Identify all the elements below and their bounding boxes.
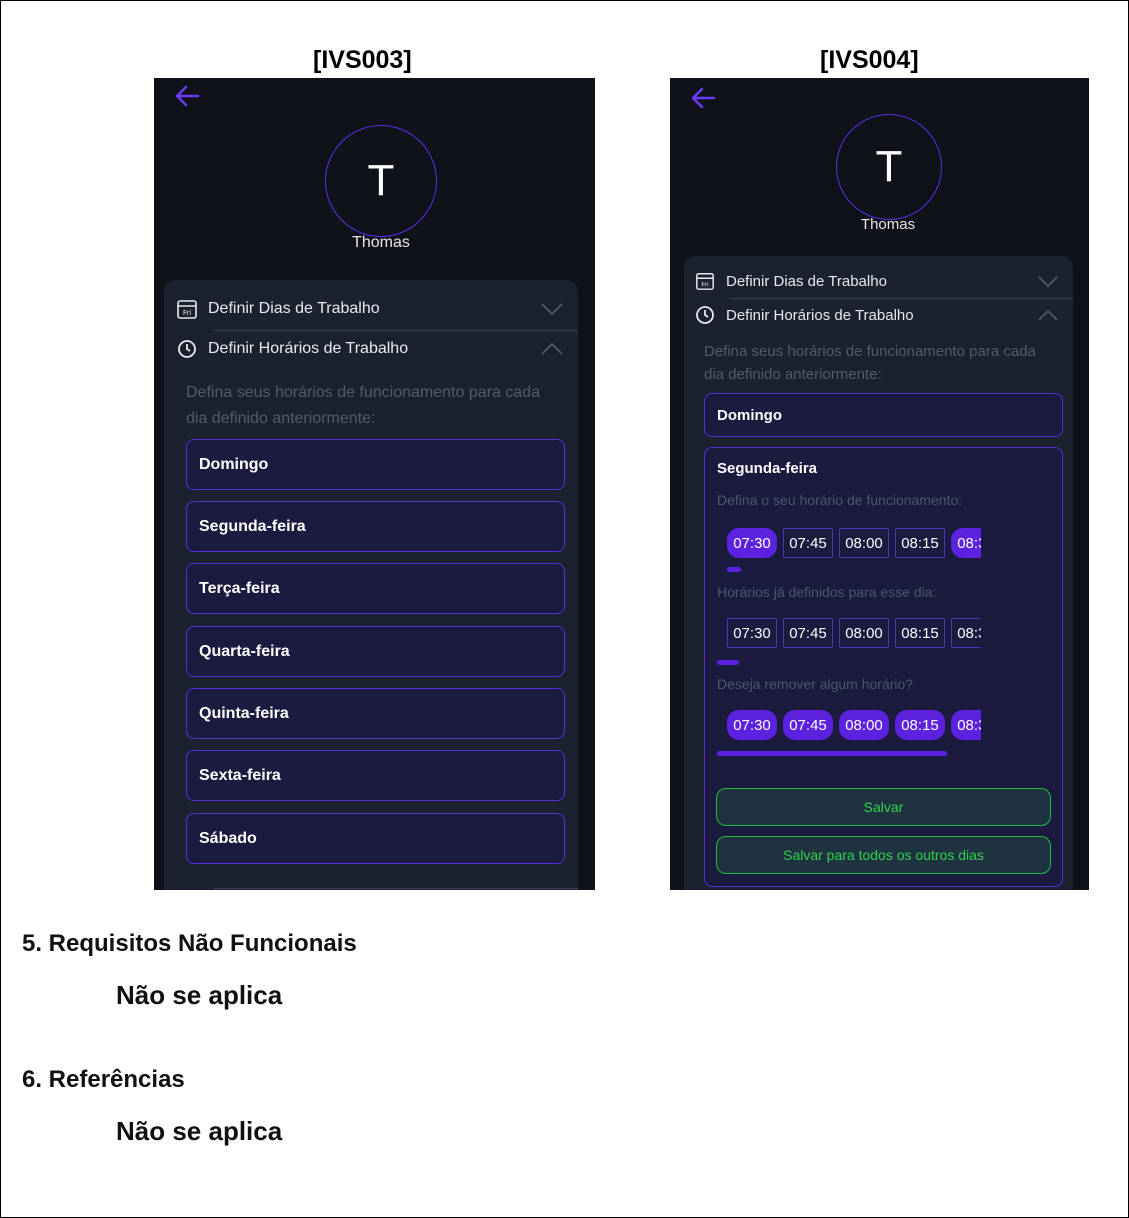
settings-panel: Fri Definir Dias de Trabalho Definir Hor…: [164, 280, 578, 890]
figure-title-ivs004: [IVS004]: [820, 46, 919, 74]
time-chip[interactable]: 08:00: [839, 528, 889, 558]
accordion-work-days[interactable]: Fri Definir Dias de Trabalho: [684, 264, 1073, 298]
time-chip[interactable]: 08:15: [895, 528, 945, 558]
chevron-down-icon: [540, 296, 564, 322]
chevron-up-icon: [1037, 302, 1059, 328]
day-item-domingo[interactable]: Domingo: [704, 393, 1063, 437]
time-chip[interactable]: 08:15: [895, 710, 945, 740]
svg-text:Fri: Fri: [183, 309, 191, 317]
phone-screen-ivs003: T Thomas Fri Definir Dias de Trabalho De…: [154, 78, 595, 890]
time-chip: 07:45: [783, 618, 833, 648]
time-chip-clip: 08:30: [951, 710, 981, 740]
day-title: Segunda-feira: [717, 460, 818, 477]
section-body-references: Não se aplica: [116, 1116, 283, 1146]
remove-hours-label: Deseja remover algum horário?: [717, 676, 914, 692]
day-item-sexta[interactable]: Sexta-feira: [186, 750, 565, 801]
divider: [214, 888, 578, 889]
accordion-work-hours-label: Definir Horários de Trabalho: [726, 306, 914, 324]
time-chip[interactable]: 08:30: [951, 710, 981, 740]
day-item-quarta[interactable]: Quarta-feira: [186, 626, 565, 677]
clock-icon: [176, 338, 198, 360]
time-chip-clip: 08:30: [951, 618, 981, 648]
back-arrow-icon[interactable]: [690, 86, 716, 116]
accordion-work-days-label: Definir Dias de Trabalho: [726, 272, 887, 290]
day-item-sabado[interactable]: Sábado: [186, 813, 565, 864]
save-button[interactable]: Salvar: [716, 788, 1051, 826]
time-chip: 07:30: [727, 618, 777, 648]
svg-text:Fri: Fri: [701, 281, 709, 288]
accordion-work-hours[interactable]: Definir Horários de Trabalho: [684, 298, 1073, 332]
accordion-work-hours[interactable]: Definir Horários de Trabalho: [164, 332, 578, 366]
back-arrow-icon[interactable]: [174, 84, 200, 114]
section-heading-references: 6. Referências: [22, 1066, 185, 1093]
clock-icon: [694, 304, 716, 326]
time-chip[interactable]: 08:00: [839, 710, 889, 740]
settings-panel: Fri Definir Dias de Trabalho Definir Hor…: [684, 256, 1073, 890]
figure-title-ivs003: [IVS003]: [313, 46, 412, 74]
chevron-up-icon: [540, 336, 564, 362]
time-chip: 08:15: [895, 618, 945, 648]
accordion-work-days-label: Definir Dias de Trabalho: [208, 300, 380, 317]
time-chip: 08:00: [839, 618, 889, 648]
user-name: Thomas: [352, 234, 410, 251]
chevron-down-icon: [1037, 268, 1059, 294]
day-item-terca[interactable]: Terça-feira: [186, 563, 565, 614]
time-chip[interactable]: 07:45: [783, 528, 833, 558]
day-item-segunda[interactable]: Segunda-feira: [186, 501, 565, 552]
scrollbar[interactable]: [717, 751, 947, 756]
accordion-work-days[interactable]: Fri Definir Dias de Trabalho: [164, 292, 578, 326]
section-body-non-functional: Não se aplica: [116, 980, 283, 1010]
hours-hint: Defina seus horários de funcionamento pa…: [704, 343, 1036, 383]
time-chip[interactable]: 08:30: [951, 528, 981, 558]
day-item-domingo[interactable]: Domingo: [186, 439, 565, 490]
calendar-icon: Fri: [694, 270, 716, 292]
time-chip-clip: 08:30: [951, 528, 981, 558]
avatar: T: [325, 125, 437, 237]
hours-hint: Defina seus horários de funcionamento pa…: [186, 384, 540, 427]
save-all-days-button[interactable]: Salvar para todos os outros dias: [716, 836, 1051, 874]
user-name: Thomas: [860, 216, 916, 233]
time-chip[interactable]: 07:30: [727, 528, 777, 558]
time-chip: 08:30: [951, 618, 981, 648]
day-item-quinta[interactable]: Quinta-feira: [186, 688, 565, 739]
time-chip[interactable]: 07:30: [727, 710, 777, 740]
calendar-icon: Fri: [176, 298, 198, 320]
day-item-segunda-expanded: Segunda-feira Defina o seu horário de fu…: [704, 447, 1063, 887]
define-hours-label: Defina o seu horário de funcionamento:: [717, 492, 963, 508]
accordion-work-hours-label: Definir Horários de Trabalho: [208, 340, 409, 357]
defined-hours-label: Horários já definidos para esse dia:: [717, 584, 937, 600]
time-chip[interactable]: 07:45: [783, 710, 833, 740]
scrollbar[interactable]: [727, 567, 741, 572]
section-heading-non-functional: 5. Requisitos Não Funcionais: [22, 930, 357, 957]
divider: [214, 330, 578, 331]
scrollbar[interactable]: [717, 660, 739, 665]
avatar: T: [836, 114, 942, 220]
phone-screen-ivs004: T Thomas Fri Definir Dias de Trabalho De…: [670, 78, 1089, 890]
